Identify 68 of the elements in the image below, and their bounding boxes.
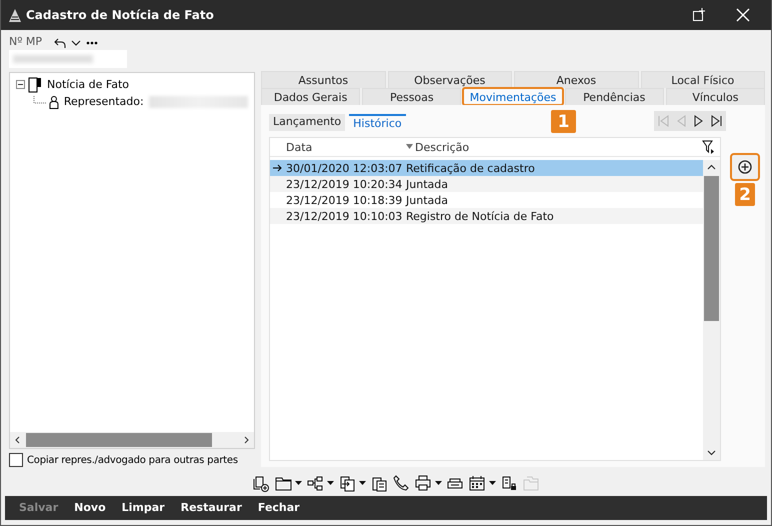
sub-tab[interactable]: Lançamento <box>269 114 346 131</box>
document-icon <box>28 76 42 92</box>
action-button[interactable]: Fechar <box>252 497 306 518</box>
app-logo-icon <box>9 8 21 22</box>
document-add-icon[interactable] <box>252 474 270 492</box>
checkbox-label: Copiar repres./advogado para outras partes <box>27 454 238 466</box>
tab[interactable]: Local Físico <box>640 71 765 88</box>
action-button[interactable]: Limpar <box>116 497 171 518</box>
tab[interactable]: Pessoas <box>362 88 462 105</box>
dropdown-caret-icon[interactable] <box>434 481 442 486</box>
tab[interactable]: Movimentações <box>463 88 563 105</box>
tree-item[interactable]: Notícia de Fato <box>45 78 132 91</box>
person-icon <box>48 94 59 108</box>
clipboard-icon[interactable] <box>370 474 388 492</box>
table-row[interactable]: 23/12/2019 10:20:34 Juntada <box>270 176 703 192</box>
tab[interactable]: Anexos <box>514 71 638 88</box>
dropdown-caret-icon[interactable] <box>294 481 302 486</box>
callout-badge: 2 <box>735 183 755 206</box>
last-record-icon[interactable] <box>710 114 724 128</box>
row-pointer-icon <box>272 164 282 172</box>
add-icon <box>738 160 752 174</box>
tab[interactable]: Dados Gerais <box>261 88 360 105</box>
phone-icon[interactable] <box>392 474 410 492</box>
scrollbar-thumb[interactable] <box>26 433 212 447</box>
table-cell-text: Juntada <box>406 178 449 190</box>
column-header[interactable]: Data <box>284 140 406 154</box>
tab[interactable]: Observações <box>388 71 512 88</box>
input-field[interactable] <box>9 50 127 68</box>
close-icon[interactable] <box>736 8 750 22</box>
table-cell-text: 23/12/2019 10:10:03 <box>285 210 404 222</box>
tree-item[interactable]: Representado: <box>62 95 146 108</box>
tab[interactable]: Pendências <box>564 88 664 105</box>
undo-icon[interactable] <box>54 38 66 48</box>
table-cell-text: 23/12/2019 10:20:34 <box>285 178 404 190</box>
field-label: Nº MP <box>9 35 42 48</box>
checkbox[interactable] <box>9 453 23 467</box>
tab[interactable]: Vínculos <box>666 88 766 105</box>
chevron-down-icon[interactable] <box>71 39 82 47</box>
new-window-icon[interactable] <box>692 8 706 22</box>
column-label: Descrição <box>415 140 470 154</box>
document-transfer-icon[interactable] <box>338 474 356 492</box>
action-button[interactable]: Restaurar <box>174 497 248 518</box>
action-button[interactable]: Novo <box>68 497 112 518</box>
dropdown-caret-icon[interactable] <box>358 481 366 486</box>
tab[interactable]: Assuntos <box>261 71 386 88</box>
folder-icon[interactable] <box>274 474 292 492</box>
filter-icon[interactable] <box>702 140 714 154</box>
hierarchy-icon[interactable] <box>306 474 324 492</box>
table-cell-text: Registro de Notícia de Fato <box>406 210 555 222</box>
table-row[interactable]: 23/12/2019 10:10:03 Registro de Notícia de Fato <box>270 208 703 224</box>
dropdown-caret-icon[interactable] <box>488 481 496 486</box>
calendar-icon[interactable] <box>468 474 486 492</box>
dropdown-caret-icon[interactable] <box>326 481 334 486</box>
table-cell-text: Retificação de cadastro <box>406 162 536 174</box>
window-title: Cadastro de Notícia de Fato <box>26 8 215 22</box>
table-row[interactable]: 23/12/2019 10:18:39 Juntada <box>270 192 703 208</box>
printer-icon[interactable] <box>414 474 432 492</box>
scrollbar-thumb[interactable] <box>704 176 719 321</box>
column-header[interactable]: Descrição <box>406 140 696 154</box>
table-cell-text: 30/01/2020 12:03:07 <box>285 162 404 174</box>
table-cell-text: Juntada <box>406 194 449 206</box>
callout-badge: 1 <box>551 110 576 133</box>
add-button[interactable] <box>730 153 760 181</box>
locked-document-icon[interactable] <box>500 474 518 492</box>
collapse-icon[interactable] <box>16 80 25 89</box>
table-row[interactable]: 30/01/2020 12:03:07 Retificação de cadastro <box>270 160 703 176</box>
more-icon[interactable] <box>86 41 98 45</box>
table-cell-text: 23/12/2019 10:18:39 <box>285 194 404 206</box>
